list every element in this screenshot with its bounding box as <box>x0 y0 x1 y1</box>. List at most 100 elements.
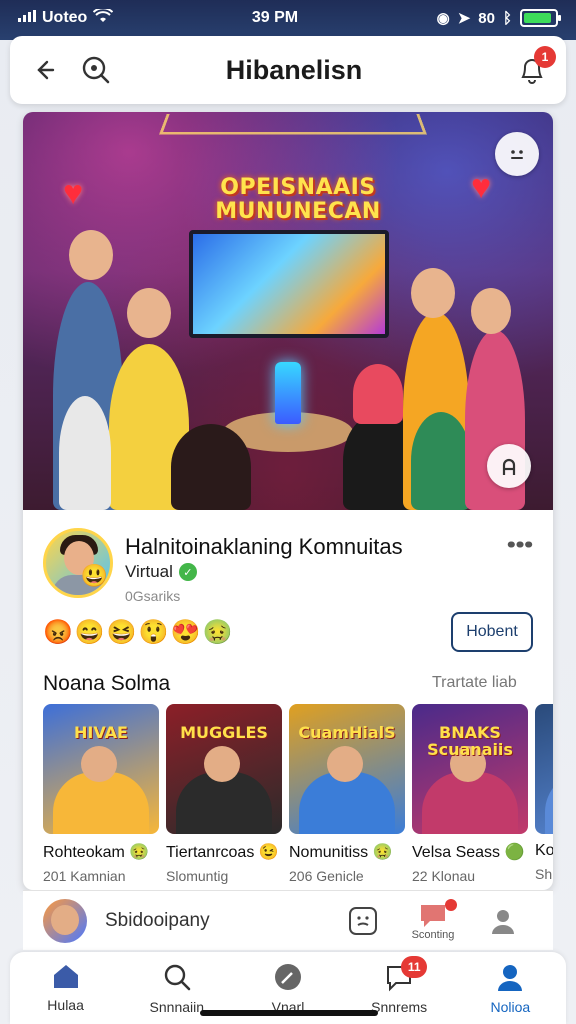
reaction-emoji[interactable]: 😡 <box>43 618 73 647</box>
person <box>353 364 403 424</box>
wifi-icon <box>93 6 114 28</box>
share-icon <box>502 458 516 475</box>
community-tile[interactable]: HIVAE Rohteokam 🤢 201 Kamnian <box>43 704 159 884</box>
tile-name: Velsa Seass 🟢 <box>412 844 525 861</box>
tile-poster-text: CuamHialS <box>298 723 396 742</box>
notification-badge: 1 <box>534 46 556 68</box>
tab-chat[interactable]: Snnrems 11 <box>349 956 449 1015</box>
tile-name: Nomunitiss 🤢 <box>289 844 393 861</box>
tile-poster-text: BNAKS Scuanaiis <box>427 723 513 759</box>
hero-image[interactable]: OPEISNAAIS MUNUNECAN ♥ ♥ <box>23 112 553 510</box>
heart-icon: ♥ <box>471 168 492 206</box>
tab-label: Nolioa <box>490 999 531 1015</box>
battery-icon <box>519 9 561 27</box>
community-tile[interactable]: MUGGLES Tiertanrcoas 😉 Slomuntig <box>166 704 282 884</box>
battery-fill <box>523 13 551 23</box>
battery-percent: 80 <box>478 9 495 27</box>
bluetooth-icon: ᛒ <box>502 9 512 27</box>
tile-poster-text: MUGGLES <box>180 723 268 742</box>
join-button[interactable]: Hobent <box>451 612 533 652</box>
community-tile[interactable]: CuamHialS Nomunitiss 🤢 206 Genicle <box>289 704 405 884</box>
reaction-row: 😡 😄 😆 😲 😍 🤢 <box>43 618 232 647</box>
back-arrow-icon <box>37 60 55 80</box>
tile-face <box>81 746 117 782</box>
tab-compass[interactable]: Vnarl <box>238 962 338 1015</box>
person <box>59 396 111 510</box>
search-icon <box>82 56 110 84</box>
community-tile[interactable]: Ko Sh <box>535 704 553 882</box>
tab-label: Snnrems <box>371 999 428 1015</box>
person-head <box>69 230 113 280</box>
emoji-button[interactable] <box>333 906 393 936</box>
tile-name: Rohteokam 🤢 <box>43 844 150 861</box>
online-check-icon: ✓ <box>178 563 197 581</box>
community-carousel[interactable]: HIVAE Rohteokam 🤢 201 Kamnian MUGGLES Tierta… <box>43 704 553 894</box>
reaction-emoji[interactable]: 😲 <box>139 618 169 647</box>
tile-subtitle: Sh <box>535 866 553 882</box>
section-title: Noana Solma <box>43 672 171 695</box>
chat-label: Sconting <box>411 928 455 941</box>
reaction-button[interactable] <box>495 132 539 176</box>
signal-icon <box>18 9 36 27</box>
more-options-button[interactable]: ••• <box>508 532 556 558</box>
friends-label[interactable]: Sbidooipany <box>105 910 333 932</box>
back-button[interactable] <box>24 50 64 90</box>
tile-name: Tiertanrcoas 😉 <box>166 844 279 861</box>
share-button[interactable] <box>487 444 531 488</box>
reaction-emoji[interactable]: 😍 <box>171 618 201 647</box>
ceiling-light <box>158 113 428 135</box>
activity-row: Sbidooipany Sconting <box>23 890 553 950</box>
friends-avatar[interactable] <box>43 898 87 943</box>
home-icon <box>51 962 81 993</box>
person <box>411 412 471 510</box>
tab-profile[interactable]: Nolioa <box>460 962 560 1015</box>
tab-badge: 11 <box>401 956 428 978</box>
search-button[interactable] <box>76 50 116 90</box>
status-left: Uoteo <box>18 6 114 28</box>
person-head <box>411 268 455 318</box>
heart-icon: ♥ <box>63 174 84 212</box>
reaction-emoji[interactable]: 😆 <box>107 618 137 647</box>
tab-home[interactable]: Hulaa <box>16 962 116 1013</box>
hero-sign-text: OPEISNAAIS MUNUNECAN <box>215 175 381 224</box>
lamp <box>275 362 301 424</box>
tile-thumbnail: CuamHialS <box>289 704 405 834</box>
tile-name: Ko <box>535 842 553 859</box>
section-link[interactable]: Trartate liab <box>432 674 517 692</box>
tile-poster-text: HIVAE <box>74 723 128 742</box>
tile-thumbnail: MUGGLES <box>166 704 282 834</box>
community-status: Virtual ✓ <box>125 562 197 582</box>
compass-icon <box>273 962 303 995</box>
tile-face <box>204 746 240 782</box>
person-head <box>471 288 511 334</box>
status-bar: Uoteo 39 PM ◉ ➤ 80 ᛒ <box>0 0 576 36</box>
chat-room-button[interactable]: Sconting <box>393 898 473 941</box>
rotation-lock-icon: ◉ <box>436 10 450 27</box>
person-head <box>127 288 171 338</box>
tile-thumbnail: BNAKS Scuanaiis <box>412 704 528 834</box>
tile-subtitle: 22 Klonau <box>412 868 476 884</box>
reaction-emoji[interactable]: 🤢 <box>202 618 232 647</box>
carrier-label: Uoteo <box>42 9 88 26</box>
page-title: Hibanelisn <box>225 54 363 85</box>
tile-subtitle: 206 Genicle <box>289 868 364 884</box>
reaction-emoji[interactable]: 😄 <box>75 618 105 647</box>
tile-subtitle: 201 Kamnian <box>43 868 126 884</box>
community-avatar[interactable]: 😃 <box>43 528 113 598</box>
location-icon: ➤ <box>457 10 471 27</box>
profile-icon <box>495 962 525 995</box>
status-text: Virtual <box>125 562 173 581</box>
notifications-button[interactable]: 1 <box>512 46 556 90</box>
search-icon <box>162 962 192 995</box>
clock: 39 PM <box>251 9 299 26</box>
community-tile[interactable]: BNAKS Scuanaiis Velsa Seass 🟢 22 Klonau <box>412 704 528 884</box>
chat-bubble-icon <box>421 904 445 927</box>
game-screen <box>189 230 389 338</box>
avatar-emoji: 😃 <box>80 563 108 588</box>
smile-square-icon <box>349 906 377 935</box>
tab-search[interactable]: Snnnaiin <box>127 962 227 1015</box>
tab-label: Snnnaiin <box>149 999 205 1015</box>
add-friend-button[interactable] <box>473 906 533 936</box>
tab-label: Hulaa <box>47 997 84 1013</box>
person <box>171 424 251 510</box>
